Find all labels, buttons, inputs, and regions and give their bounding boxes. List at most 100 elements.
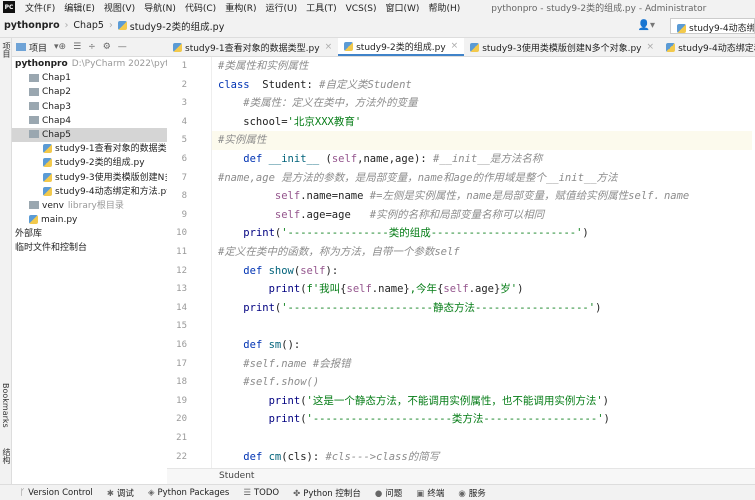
code-line[interactable]: def show(self): [218,262,755,281]
code-token: '----------------类的组成-------------------… [281,227,583,240]
expand-all-icon[interactable]: ☰ [73,42,81,52]
code-line[interactable]: print('这是一个静态方法，不能调用实例属性，也不能调用实例方法') [218,392,755,411]
menu-item[interactable]: 工具(T) [306,4,337,14]
python-packages-icon: ◈ [147,487,155,498]
code-token: def [243,450,269,463]
tree-item[interactable]: Chap5 [12,127,167,143]
code-line[interactable]: self.name=name #=左侧是实例属性，name是局部变量，赋值给实例… [218,187,755,206]
tool-window-调试[interactable]: ✱ 调试 [107,487,134,499]
breadcrumb-separator: › [108,20,113,31]
code-token: #cls--->class的简写 [325,450,440,463]
tree-item[interactable]: Chap3 [12,100,167,114]
tool-window-终端[interactable]: ▣ 终端 [416,487,444,499]
code-token: #类属性和实例属性 [218,60,309,72]
project-panel-title[interactable]: 项目 [29,41,47,54]
code-line[interactable]: #实例属性 [212,131,752,150]
tree-item[interactable]: venv library根目录 [12,199,167,213]
editor-breadcrumb[interactable]: Student [167,468,755,484]
python-file-icon [43,144,52,154]
menu-item[interactable]: VCS(S) [346,4,377,14]
tree-item[interactable]: study9-3使用类模版创建N多个对象.py [12,171,167,185]
breadcrumb-folder[interactable]: Chap5 [73,20,104,31]
tree-item[interactable]: pythonproD:\PyCharm 2022\pythonpro [12,57,167,71]
select-opened-file-icon[interactable]: ▾⊕ [54,42,66,52]
structure-tool-tab[interactable]: 结构 [1,448,12,464]
line-number: 19 [176,395,187,406]
tree-item-label: 临时文件和控制台 [15,243,88,254]
code-line[interactable] [218,317,755,336]
run-configuration-select[interactable]: study9-4动态绑定和方法.py [670,18,755,34]
tool-window-python-控制台[interactable]: ✤ Python 控制台 [293,487,361,499]
code-line[interactable]: school='北京XXX教育' [218,113,755,132]
code-editor[interactable]: 1 2 3 4 5 6 7 8 9 10 11 12 13 14 15 16 17 18 19 20 21 22 #类属性… [167,57,755,468]
tree-item[interactable]: main.py [12,213,167,227]
menu-item[interactable]: 窗口(W) [386,4,420,14]
collapse-all-icon[interactable]: ÷ [88,42,96,52]
code-line[interactable]: def sm(): [218,336,755,355]
tab-label: study9-4动态绑定和方法.py [678,43,755,54]
code-line[interactable]: print(f'我叫{self.name},今年{self.age}岁') [218,280,755,299]
code-token: ) [603,413,610,426]
line-number: 5 [181,135,187,146]
tree-item-label: Chap1 [42,73,71,84]
close-icon[interactable]: × [451,41,459,51]
tree-item[interactable]: Chap4 [12,114,167,128]
line-number: 2 [181,79,187,90]
bookmarks-tool-tab[interactable]: Bookmarks [1,383,10,428]
code-line[interactable]: self.age=age #实例的名称和局部变量名称可以相同 [218,206,755,225]
code-line[interactable]: #定义在类中的函数，称为方法，自带一个参数self [218,243,755,262]
menu-item[interactable]: 编辑(E) [64,4,95,14]
code-token: ,name,age): [357,153,433,165]
code-line[interactable] [218,429,755,448]
tool-window-问题[interactable]: ● 问题 [375,487,402,499]
line-number: 16 [176,340,187,350]
line-number: 11 [176,247,187,257]
line-number-gutter: 1 2 3 4 5 6 7 8 9 10 11 12 13 14 15 16 17 18 19 20 21 22 [167,57,212,468]
gear-icon[interactable]: ⚙ [103,42,111,52]
tab-label: study9-1查看对象的数据类型.py [185,43,320,54]
editor-tab[interactable]: study9-3使用类模版创建N多个对象.py × [464,38,660,56]
tool-window-服务[interactable]: ◉ 服务 [458,487,485,499]
code-token: __init__ [268,153,320,165]
code-line[interactable]: class Student: #自定义类Student [218,76,755,95]
editor-tab[interactable]: study9-1查看对象的数据类型.py × [167,38,338,56]
project-tool-tab[interactable]: 项目 [1,42,12,58]
editor-tab[interactable]: study9-2类的组成.py × [338,38,465,56]
editor-tab[interactable]: study9-4动态绑定和方法.py× [660,38,755,56]
tool-window-version-control[interactable]: ᚴ Version Control [20,488,93,498]
menu-item[interactable]: 文件(F) [25,4,55,14]
code-line[interactable]: #类属性：定义在类中，方法外的变量 [218,94,755,113]
menu-item[interactable]: 运行(U) [265,4,297,14]
code-token: .name} [371,283,410,296]
code-line[interactable]: def __init__ (self,name,age): #__init__是… [218,150,755,169]
hide-icon[interactable]: — [118,42,127,52]
code-line[interactable]: #类属性和实例属性 [218,57,755,76]
code-line[interactable]: print('----------------------类方法--------… [218,410,755,429]
tree-item[interactable]: study9-2类的组成.py [12,156,167,170]
run-configuration-label: study9-4动态绑定和方法.py [689,24,755,34]
close-icon[interactable]: × [647,42,655,52]
code-line[interactable]: #name,age 是方法的参数，是局部变量，name和age的作用域是整个__… [218,169,755,188]
breadcrumb-project[interactable]: pythonpro [4,20,60,31]
code-line[interactable]: def cm(cls): #cls--->class的简写 [218,448,755,467]
code-line[interactable]: print('-----------------------静态方法------… [218,299,755,318]
menu-item[interactable]: 帮助(H) [428,4,460,14]
tree-item[interactable]: 外部库 [12,227,167,241]
menu-item[interactable]: 重构(R) [225,4,256,14]
tree-item[interactable]: Chap1 [12,71,167,85]
user-icon[interactable]: 👤▾ [638,20,655,31]
menu-item[interactable]: 视图(V) [104,4,135,14]
tool-window-python-packages[interactable]: ◈ Python Packages [148,488,229,498]
tree-item[interactable]: study9-1查看对象的数据类型.py [12,142,167,156]
tree-item[interactable]: Chap2 [12,85,167,99]
code-line[interactable]: #self.show() [218,373,755,392]
menu-item[interactable]: 导航(N) [144,4,176,14]
code-line[interactable]: #self.name #会报错 [218,355,755,374]
tree-item[interactable]: study9-4动态绑定和方法.py [12,185,167,199]
tree-item[interactable]: 临时文件和控制台 [12,241,167,255]
close-icon[interactable]: × [325,42,333,52]
menu-item[interactable]: 代码(C) [185,4,216,14]
code-line[interactable]: print('----------------类的组成-------------… [218,224,755,243]
breadcrumb-file[interactable]: study9-2类的组成.py [130,19,225,33]
tool-window-todo[interactable]: ☰ TODO [243,488,279,498]
